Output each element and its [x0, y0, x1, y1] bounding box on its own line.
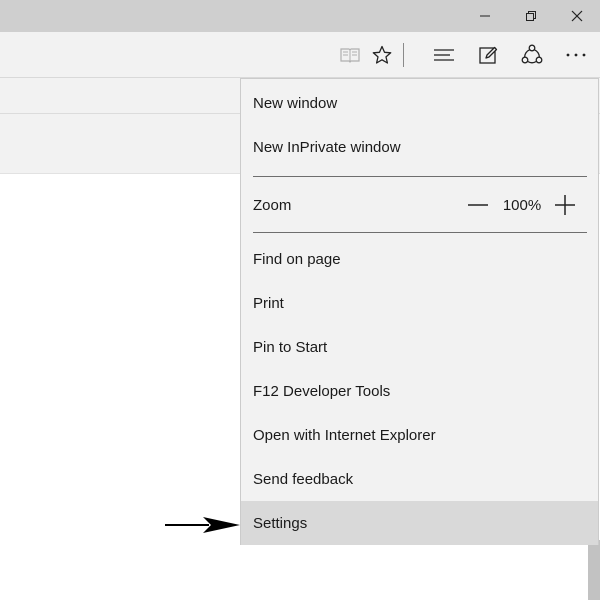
- minimize-button[interactable]: [462, 0, 508, 32]
- zoom-control: Zoom 100%: [241, 182, 598, 228]
- menu-item-developer-tools[interactable]: F12 Developer Tools: [241, 369, 598, 413]
- menu-item-label: Settings: [253, 514, 308, 532]
- more-actions-icon: [566, 53, 586, 56]
- menu-divider: [253, 176, 587, 177]
- restore-icon: [526, 11, 536, 21]
- menu-item-print[interactable]: Print: [241, 281, 598, 325]
- menu-item-label: Find on page: [253, 250, 341, 268]
- menu-item-label: Pin to Start: [253, 338, 328, 356]
- zoom-out-button[interactable]: [463, 190, 493, 220]
- web-note-icon: [479, 46, 498, 64]
- menu-item-label: Send feedback: [253, 470, 354, 488]
- hub-icon: [434, 48, 454, 61]
- menu-divider: [253, 232, 587, 233]
- menu-item-new-inprivate-window[interactable]: New InPrivate window: [241, 125, 598, 169]
- minimize-icon: [480, 15, 490, 17]
- annotation-arrow-icon: [165, 517, 240, 533]
- close-icon: [571, 10, 583, 22]
- favorite-star-icon: [372, 45, 392, 64]
- menu-item-send-feedback[interactable]: Send feedback: [241, 457, 598, 501]
- menu-item-settings[interactable]: Settings: [241, 501, 598, 545]
- menu-item-new-window[interactable]: New window: [241, 81, 598, 125]
- close-button[interactable]: [554, 0, 600, 32]
- hub-button[interactable]: [422, 32, 466, 77]
- menu-item-label: New window: [253, 94, 338, 112]
- zoom-label: Zoom: [253, 196, 292, 214]
- more-actions-button[interactable]: [554, 32, 598, 77]
- share-button[interactable]: [510, 32, 554, 77]
- zoom-in-button[interactable]: [550, 190, 580, 220]
- browser-window: New window New InPrivate window Zoom 100…: [0, 0, 600, 600]
- browser-toolbar: [0, 32, 600, 78]
- menu-item-label: New InPrivate window: [253, 138, 401, 156]
- menu-item-find-on-page[interactable]: Find on page: [241, 237, 598, 281]
- menu-item-pin-to-start[interactable]: Pin to Start: [241, 325, 598, 369]
- menu-item-label: F12 Developer Tools: [253, 382, 391, 400]
- page-scrollbar[interactable]: [588, 540, 600, 600]
- restore-button[interactable]: [508, 0, 554, 32]
- plus-icon: [555, 195, 575, 215]
- menu-item-label: Print: [253, 294, 284, 312]
- reading-view-icon: [340, 47, 360, 63]
- minus-icon: [468, 204, 488, 206]
- menu-item-open-with-ie[interactable]: Open with Internet Explorer: [241, 413, 598, 457]
- zoom-level: 100%: [502, 196, 542, 214]
- favorite-button[interactable]: [360, 32, 404, 77]
- title-bar: [0, 0, 600, 32]
- web-note-button[interactable]: [466, 32, 510, 77]
- toolbar-divider: [403, 43, 404, 67]
- share-icon: [521, 44, 543, 63]
- menu-item-label: Open with Internet Explorer: [253, 426, 436, 444]
- more-actions-menu: New window New InPrivate window Zoom 100…: [240, 78, 599, 545]
